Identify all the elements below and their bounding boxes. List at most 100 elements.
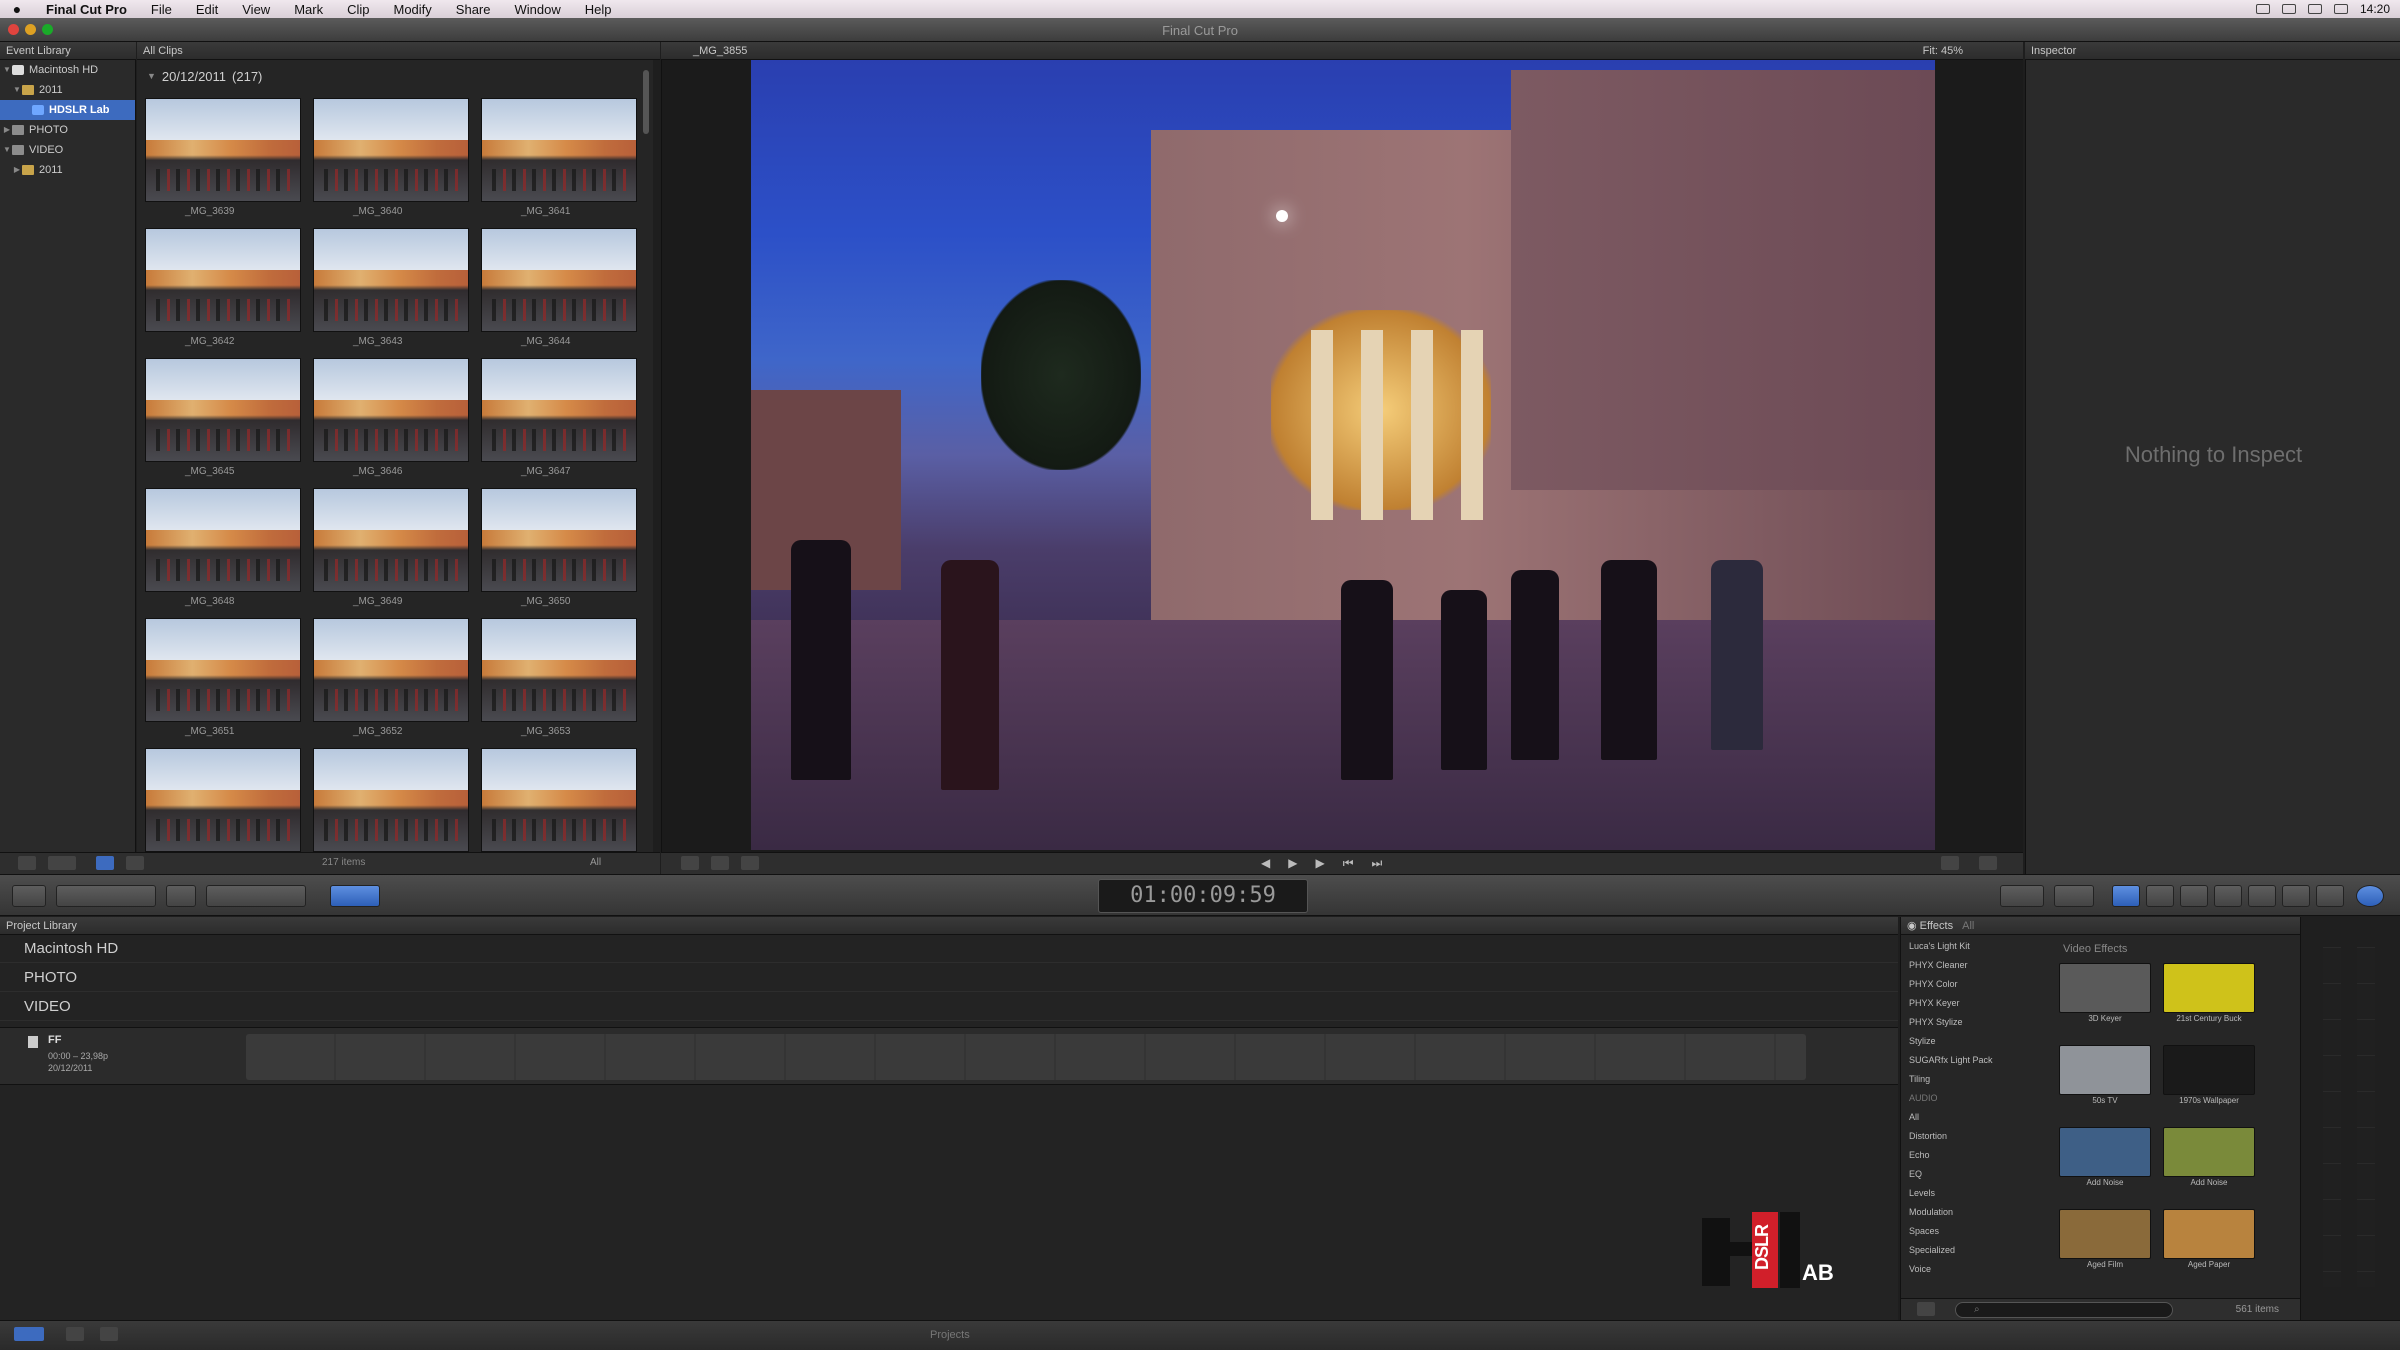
display-icon[interactable] — [2281, 4, 2296, 14]
clip-thumbnail[interactable]: _MG_3647 — [481, 358, 637, 482]
menu-clip[interactable]: Clip — [335, 2, 381, 17]
menu-help[interactable]: Help — [573, 2, 624, 17]
viewer-frame[interactable] — [751, 60, 1935, 850]
clip-thumbnail[interactable]: _MG_3643 — [313, 228, 469, 352]
camera-icon[interactable] — [2255, 4, 2270, 14]
search-button[interactable] — [166, 885, 196, 907]
effect-tile[interactable]: Add Noise — [2059, 1127, 2151, 1189]
browser-scrollbar[interactable] — [643, 70, 649, 134]
browser-filter[interactable]: All — [590, 857, 601, 868]
clip-thumbnail[interactable]: _MG_3640 — [313, 98, 469, 222]
effects-category[interactable]: All — [1901, 1108, 2041, 1127]
date-group-header[interactable]: ▼ 20/12/2011 (217) — [137, 66, 637, 86]
clip-thumbnail[interactable]: _MG_3650 — [481, 488, 637, 612]
menubar-clock[interactable]: 14:20 — [2360, 2, 2390, 16]
clip-thumbnail[interactable]: _MG_3639 — [145, 98, 301, 222]
clip-thumbnail[interactable] — [145, 748, 301, 852]
go-to-end-icon[interactable]: ⏭ — [1372, 856, 1383, 871]
effect-tile[interactable]: 50s TV — [2059, 1045, 2151, 1107]
menu-file[interactable]: File — [139, 2, 184, 17]
menu-mark[interactable]: Mark — [282, 2, 335, 17]
wifi-icon[interactable] — [2307, 4, 2322, 14]
clip-thumbnail[interactable]: _MG_3641 — [481, 98, 637, 222]
new-folder-button[interactable] — [100, 1327, 118, 1341]
edit-buttons[interactable] — [206, 885, 306, 907]
select-tool-button[interactable] — [330, 885, 380, 907]
effects-category[interactable]: Distortion — [1901, 1127, 2041, 1146]
effect-tile[interactable]: Aged Film — [2059, 1209, 2151, 1271]
photo-browser-button[interactable] — [2146, 885, 2174, 907]
effect-tile[interactable]: 1970s Wallpaper — [2163, 1045, 2255, 1107]
effects-sidebar-toggle-button[interactable] — [1917, 1302, 1935, 1316]
disclosure-triangle-icon[interactable]: ▼ — [147, 71, 156, 81]
project-row-macintosh-hd[interactable]: Macintosh HD — [0, 935, 1898, 963]
effects-category[interactable]: PHYX Cleaner — [1901, 956, 2041, 975]
clip-thumbnail[interactable]: _MG_3644 — [481, 228, 637, 352]
apple-menu-icon[interactable]: ● — [0, 1, 34, 17]
menu-view[interactable]: View — [230, 2, 282, 17]
tree-item-macintosh-hd[interactable]: ▼ Macintosh HD — [0, 60, 135, 80]
dashboard-timecode[interactable]: 01:00:09:59 — [1098, 879, 1308, 913]
effects-category[interactable]: PHYX Keyer — [1901, 994, 2041, 1013]
fullscreen-button[interactable] — [1941, 856, 1959, 870]
transitions-browser-button[interactable] — [2214, 885, 2242, 907]
menu-modify[interactable]: Modify — [382, 2, 444, 17]
clip-thumbnail[interactable]: _MG_3646 — [313, 358, 469, 482]
clip-thumbnail[interactable]: _MG_3648 — [145, 488, 301, 612]
distort-button[interactable] — [741, 856, 759, 870]
transform-button[interactable] — [711, 856, 729, 870]
disclosure-triangle-icon[interactable]: ▼ — [2, 140, 12, 160]
project-row-photo[interactable]: PHOTO — [0, 964, 1898, 992]
effect-tile[interactable]: Add Noise — [2163, 1127, 2255, 1189]
effect-tile[interactable]: 21st Century Buck — [2163, 963, 2255, 1025]
play-icon[interactable]: ▶ — [1315, 856, 1324, 871]
disclosure-triangle-icon[interactable]: ▼ — [12, 80, 22, 100]
effects-category[interactable]: SUGARfx Light Pack — [1901, 1051, 2041, 1070]
step-back-icon[interactable]: ▶ — [1288, 856, 1297, 871]
effects-category[interactable]: PHYX Stylize — [1901, 1013, 2041, 1032]
effects-category[interactable]: Luca's Light Kit — [1901, 937, 2041, 956]
project-row-video[interactable]: VIDEO — [0, 993, 1898, 1021]
audio-meter-button[interactable] — [2054, 885, 2094, 907]
effect-tile[interactable]: 3D Keyer — [2059, 963, 2151, 1025]
inspector-toggle-button[interactable] — [2356, 885, 2384, 907]
effects-category[interactable]: Levels — [1901, 1184, 2041, 1203]
keyword-button[interactable] — [56, 885, 156, 907]
clip-thumbnail[interactable]: _MG_3645 — [145, 358, 301, 482]
list-view-button[interactable] — [126, 856, 144, 870]
generators-browser-button[interactable] — [2282, 885, 2310, 907]
effects-category[interactable]: EQ — [1901, 1165, 2041, 1184]
clip-thumbnail[interactable] — [481, 748, 637, 852]
menu-share[interactable]: Share — [444, 2, 503, 17]
clip-thumbnail[interactable]: _MG_3649 — [313, 488, 469, 612]
menu-edit[interactable]: Edit — [184, 2, 230, 17]
clip-thumbnail[interactable] — [313, 748, 469, 852]
project-library-toggle-button[interactable] — [14, 1327, 44, 1341]
crop-button[interactable] — [681, 856, 699, 870]
titles-browser-button[interactable] — [2248, 885, 2276, 907]
menu-window[interactable]: Window — [503, 2, 573, 17]
import-media-button[interactable] — [12, 885, 46, 907]
project-filmstrip[interactable] — [246, 1034, 1806, 1080]
new-project-button[interactable] — [66, 1327, 84, 1341]
volume-icon[interactable] — [2333, 4, 2348, 14]
disclosure-triangle-icon[interactable]: ▼ — [2, 60, 12, 80]
disclosure-triangle-icon[interactable]: ▶ — [12, 160, 22, 180]
music-browser-button[interactable] — [2180, 885, 2208, 907]
viewer-zoom[interactable]: Fit: 45% — [1923, 42, 1963, 59]
tree-item-video[interactable]: ▼ VIDEO — [0, 140, 135, 160]
disclosure-triangle-icon[interactable]: ▶ — [2, 120, 12, 140]
filmstrip-view-button[interactable] — [96, 856, 114, 870]
effects-category[interactable]: Voice — [1901, 1260, 2041, 1279]
show-hide-event-library-button[interactable] — [18, 856, 36, 870]
tree-item-2011[interactable]: ▼ 2011 — [0, 80, 135, 100]
loop-button[interactable] — [1979, 856, 1997, 870]
menu-app[interactable]: Final Cut Pro — [34, 2, 139, 17]
effects-search-field[interactable]: ⌕ — [1955, 1302, 2173, 1318]
effect-tile[interactable]: Aged Paper — [2163, 1209, 2255, 1271]
previous-edit-icon[interactable]: ◀ — [1261, 856, 1270, 871]
effects-category[interactable]: Echo — [1901, 1146, 2041, 1165]
action-gear-button[interactable] — [48, 856, 76, 870]
clip-thumbnail[interactable]: _MG_3652 — [313, 618, 469, 742]
effects-category[interactable]: Stylize — [1901, 1032, 2041, 1051]
